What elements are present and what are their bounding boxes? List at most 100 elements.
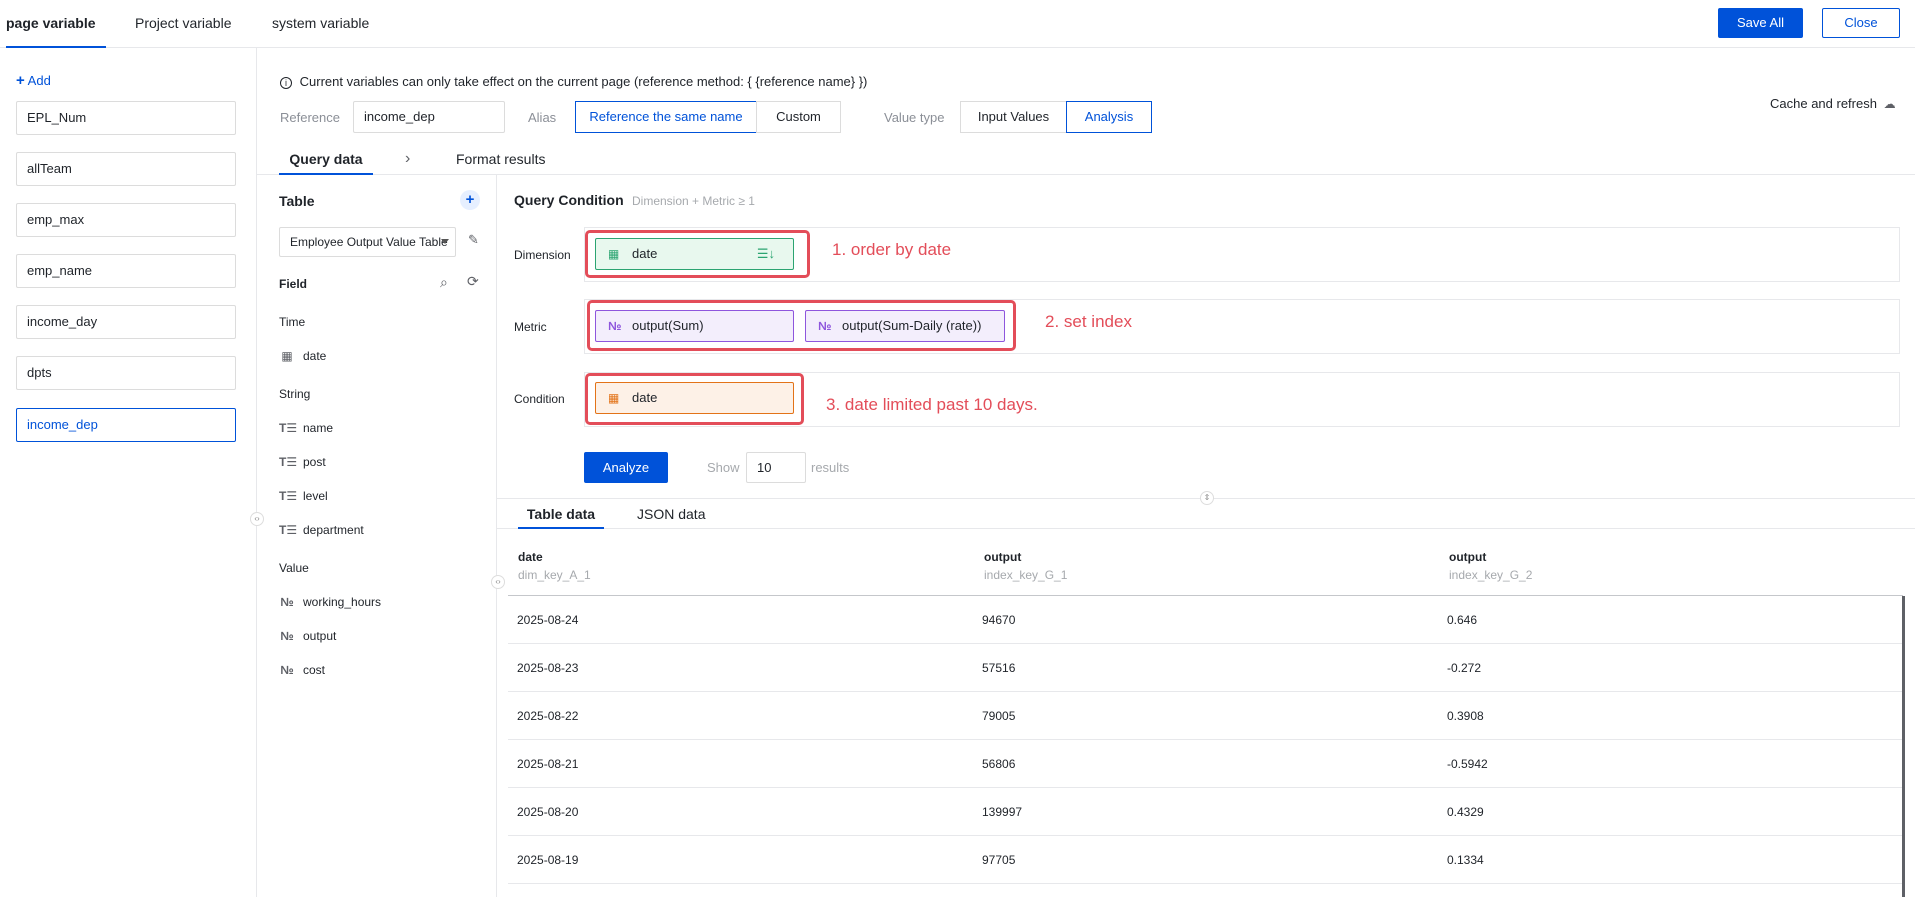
table-scrollbar[interactable] <box>1902 596 1905 897</box>
close-button[interactable]: Close <box>1822 8 1900 38</box>
add-label: Add <box>27 73 51 88</box>
text-icon: T☰ <box>279 455 298 469</box>
field-label: output <box>303 629 337 643</box>
panel-resize-handle[interactable]: ‹› <box>491 575 505 589</box>
variable-item[interactable]: emp_name <box>16 254 236 288</box>
reference-label: Reference <box>280 110 340 125</box>
field-label: level <box>303 489 328 503</box>
result-count-input[interactable]: 10 <box>746 452 806 483</box>
table-cell: 79005 <box>982 709 1016 723</box>
search-icon[interactable]: ⌕ <box>440 274 448 291</box>
cloud-refresh-icon: ☁ <box>1883 97 1896 111</box>
results-tabs: Table data JSON data <box>497 499 1915 529</box>
plus-icon: + <box>16 72 25 89</box>
field-item-name[interactable]: T☰ name <box>279 421 333 435</box>
field-label: name <box>303 421 334 435</box>
variable-item[interactable]: dpts <box>16 356 236 390</box>
table-row: 2025-08-19 97705 0.1334 <box>508 836 1903 884</box>
field-item-level[interactable]: T☰ level <box>279 489 328 503</box>
refresh-icon[interactable]: ⟳ <box>467 273 479 290</box>
field-group-string: String <box>279 387 311 401</box>
field-item-department[interactable]: T☰ department <box>279 523 364 537</box>
reference-input[interactable]: income_dep <box>353 101 505 133</box>
value-type-input-option[interactable]: Input Values <box>960 101 1067 133</box>
table-row: 2025-08-22 79005 0.3908 <box>508 692 1903 740</box>
value-type-analysis-option[interactable]: Analysis <box>1066 101 1152 133</box>
table-row: 2025-08-24 94670 0.646 <box>508 596 1903 644</box>
table-cell: 0.1334 <box>1447 853 1484 867</box>
table-cell: -0.272 <box>1447 661 1482 675</box>
field-label: post <box>303 455 326 469</box>
table-cell: 2025-08-19 <box>517 853 579 867</box>
variable-item[interactable]: emp_max <box>16 203 236 237</box>
field-label: cost <box>303 663 326 677</box>
cache-refresh-label: Cache and refresh <box>1770 96 1877 111</box>
variable-item[interactable]: allTeam <box>16 152 236 186</box>
column-key: index_key_G_2 <box>1449 568 1533 582</box>
field-group-value: Value <box>279 561 309 575</box>
add-table-icon[interactable]: + <box>460 190 480 210</box>
show-label: Show <box>707 460 740 475</box>
field-item-date[interactable]: ▦ date <box>279 349 326 363</box>
table-select[interactable]: Employee Output Value Table <box>279 227 456 257</box>
query-condition-title: Query Condition <box>514 192 624 208</box>
table-cell: 0.4329 <box>1447 805 1484 819</box>
field-item-working-hours[interactable]: № working_hours <box>279 595 381 609</box>
field-title: Field <box>279 277 308 291</box>
tab-query-data[interactable]: Query data <box>279 144 373 175</box>
tab-page-variable[interactable]: page variable <box>6 0 106 48</box>
table-cell: 0.646 <box>1447 613 1478 627</box>
alias-same-name-option[interactable]: Reference the same name <box>575 101 757 133</box>
annotation-highlight-box <box>587 300 1016 351</box>
field-panel: Table + Employee Output Value Table ✎ Fi… <box>257 175 497 897</box>
results-label: results <box>811 460 850 475</box>
table-cell: 2025-08-22 <box>517 709 579 723</box>
top-tab-bar: page variable Project variable system va… <box>0 0 1915 48</box>
analyze-button[interactable]: Analyze <box>584 452 668 483</box>
annotation-highlight-box <box>585 230 810 278</box>
variable-item-selected[interactable]: income_dep <box>16 408 236 442</box>
edit-icon[interactable]: ✎ <box>468 232 479 248</box>
field-item-cost[interactable]: № cost <box>279 663 325 677</box>
condition-label: Condition <box>514 392 565 406</box>
field-label: working_hours <box>303 595 382 609</box>
caret-down-icon <box>441 239 449 244</box>
info-text: Current variables can only take effect o… <box>299 74 868 89</box>
tab-format-results[interactable]: Format results <box>456 144 545 175</box>
tab-project-variable[interactable]: Project variable <box>135 0 232 48</box>
info-notice: i Current variables can only take effect… <box>280 74 867 89</box>
table-row: 2025-08-23 57516 -0.272 <box>508 644 1903 692</box>
tab-table-data[interactable]: Table data <box>518 503 604 529</box>
tab-system-variable[interactable]: system variable <box>272 0 369 48</box>
table-cell: 2025-08-23 <box>517 661 579 675</box>
table-select-value: Employee Output Value Table <box>290 235 448 249</box>
annotation-highlight-box <box>585 373 804 425</box>
table-cell: 2025-08-20 <box>517 805 579 819</box>
tab-json-data[interactable]: JSON data <box>637 503 705 529</box>
table-cell: 56806 <box>982 757 1016 771</box>
column-title: output <box>984 550 1022 564</box>
variable-item[interactable]: income_day <box>16 305 236 339</box>
alias-custom-option[interactable]: Custom <box>756 101 841 133</box>
field-item-output[interactable]: № output <box>279 629 336 643</box>
variable-sidebar: + Add EPL_Num allTeam emp_max emp_name i… <box>0 48 257 897</box>
chevron-right-icon: › <box>405 150 411 167</box>
column-header: date dim_key_A_1 <box>518 550 591 582</box>
table-cell: 57516 <box>982 661 1016 675</box>
column-header: output index_key_G_2 <box>1449 550 1532 582</box>
table-row: 2025-08-21 56806 -0.5942 <box>508 740 1903 788</box>
text-icon: T☰ <box>279 421 298 435</box>
save-all-button[interactable]: Save All <box>1718 8 1803 38</box>
field-item-post[interactable]: T☰ post <box>279 455 326 469</box>
add-variable-button[interactable]: + Add <box>16 72 51 89</box>
table-cell: 0.3908 <box>1447 709 1484 723</box>
cache-refresh-button[interactable]: Cache and refresh ☁ <box>1770 96 1896 111</box>
number-icon: № <box>280 595 294 609</box>
column-key: index_key_G_1 <box>984 568 1068 582</box>
annotation-condition: 3. date limited past 10 days. <box>826 395 1038 414</box>
text-icon: T☰ <box>279 523 298 537</box>
column-header: output index_key_G_1 <box>984 550 1067 582</box>
table-cell: -0.5942 <box>1447 757 1488 771</box>
variable-item[interactable]: EPL_Num <box>16 101 236 135</box>
value-type-label: Value type <box>884 110 945 125</box>
